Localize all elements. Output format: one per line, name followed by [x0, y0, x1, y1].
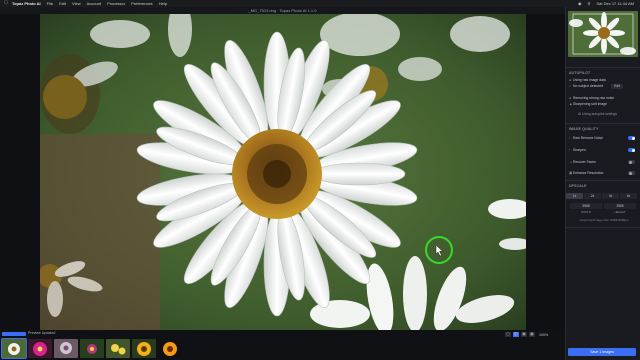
height-label: HEIGHT [614, 210, 626, 214]
autopilot-raw-text: Using raw image data [573, 78, 606, 82]
view-controls: ▢ ◫ ▦ ▩ 100% [505, 332, 548, 337]
single-view-icon[interactable]: ▢ [505, 332, 511, 337]
module-label: Sharpen [573, 148, 586, 152]
autopilot-subject-row: ○ No subject detected [569, 83, 637, 89]
right-panel: AUTOPILOT ● Using raw image data ○ No su… [565, 7, 640, 360]
menu-app-name[interactable]: Topaz Photo AI [12, 0, 41, 7]
scale-1x-button[interactable]: 1x [566, 193, 583, 199]
module-recover-faces[interactable]: ☺ Recover Faces [569, 159, 637, 165]
scale-4x-button[interactable]: 4x [602, 193, 619, 199]
filmstrip-thumb[interactable] [158, 339, 182, 358]
divider [566, 180, 640, 181]
filmstrip-thumb[interactable] [132, 339, 156, 358]
menu-processor[interactable]: Processor [107, 0, 125, 7]
module-label: Recover Faces [573, 160, 596, 164]
output-size-note: Output dpi/image size: 5968x3965px [579, 218, 629, 222]
scale-2x-button[interactable]: 2x [584, 193, 601, 199]
preview-status: Preview Updated [28, 331, 56, 335]
zoom-level[interactable]: 100% [539, 333, 548, 337]
enhance-resolution-toggle[interactable] [628, 171, 635, 175]
image-quality-title: IMAGE QUALITY [569, 127, 599, 131]
save-images-button[interactable]: Save 1 images [568, 348, 636, 356]
menu-help[interactable]: Help [159, 0, 167, 7]
edit-subject-button[interactable]: Edit [611, 84, 623, 89]
status-area: ◉ ⚲ Sat Dec 17 11:44 AM [578, 0, 634, 7]
autopilot-settings-text: Using autopilot settings [582, 112, 618, 116]
divider [566, 67, 640, 68]
autopilot-title: AUTOPILOT [569, 71, 591, 75]
autopilot-settings-link[interactable]: ⚙ Using autopilot settings [578, 111, 640, 117]
menu-bar:  Topaz Photo AI File Edit View Account … [0, 0, 640, 7]
filmstrip-thumb[interactable] [106, 339, 130, 358]
module-enhance-resolution[interactable]: ▣ Enhance Resolution [569, 170, 637, 176]
menu-view[interactable]: View [72, 0, 81, 7]
autopilot-noise-text: Removing strong raw noise [573, 96, 615, 100]
menu-file[interactable]: File [47, 0, 53, 7]
menubar-clock[interactable]: Sat Dec 17 11:44 AM [596, 0, 634, 7]
divider [566, 123, 640, 124]
filmstrip-thumb[interactable] [28, 339, 52, 358]
module-sharpen[interactable]: › Sharpen [569, 147, 637, 153]
divider [566, 227, 640, 228]
module-label: Enhance Resolution [573, 171, 604, 175]
menu-account[interactable]: Account [87, 0, 101, 7]
autopilot-sharpen-text: Sharpening soft image [573, 102, 607, 106]
height-field[interactable]: 3965 [604, 203, 636, 209]
search-icon[interactable]: ⚲ [588, 0, 591, 7]
window-title-bar: _MG_7519.dng · Topaz Photo AI 1.1.0 [0, 7, 565, 14]
daisy-photo [40, 14, 526, 330]
filmstrip-thumb[interactable] [1, 338, 27, 359]
sharpen-toggle[interactable] [628, 148, 635, 152]
preview-progress-indicator [2, 332, 26, 336]
width-label: WIDTH [581, 210, 591, 214]
upscale-title: UPSCALE [569, 184, 587, 188]
menu-list: Topaz Photo AI File Edit View Account Pr… [12, 0, 167, 7]
filmstrip-thumb[interactable] [80, 339, 104, 358]
menu-edit[interactable]: Edit [59, 0, 66, 7]
module-label: Raw Remove Noise [573, 136, 603, 140]
split-view-icon[interactable]: ◫ [513, 332, 519, 337]
image-canvas[interactable] [40, 14, 526, 330]
compare-view-icon[interactable]: ▩ [529, 332, 535, 337]
width-field[interactable]: 5968 [570, 203, 602, 209]
filmstrip-thumb[interactable] [54, 339, 78, 358]
wifi-icon[interactable]: ◉ [578, 0, 582, 7]
scale-6x-button[interactable]: 6x [620, 193, 637, 199]
menu-preferences[interactable]: Preferences [131, 0, 153, 7]
navigator-thumbnail[interactable] [568, 11, 638, 57]
recover-faces-toggle[interactable] [628, 160, 635, 164]
autopilot-subject-text: No subject detected [573, 84, 603, 88]
raw-remove-noise-toggle[interactable] [628, 136, 635, 140]
apple-icon[interactable]:  [4, 0, 8, 7]
module-raw-remove-noise[interactable]: › Raw Remove Noise [569, 135, 637, 141]
window-title: _MG_7519.dng · Topaz Photo AI 1.1.0 [248, 8, 317, 13]
side-by-side-icon[interactable]: ▦ [521, 332, 527, 337]
autopilot-sharpen-row: ▲ Sharpening soft image [569, 101, 637, 107]
